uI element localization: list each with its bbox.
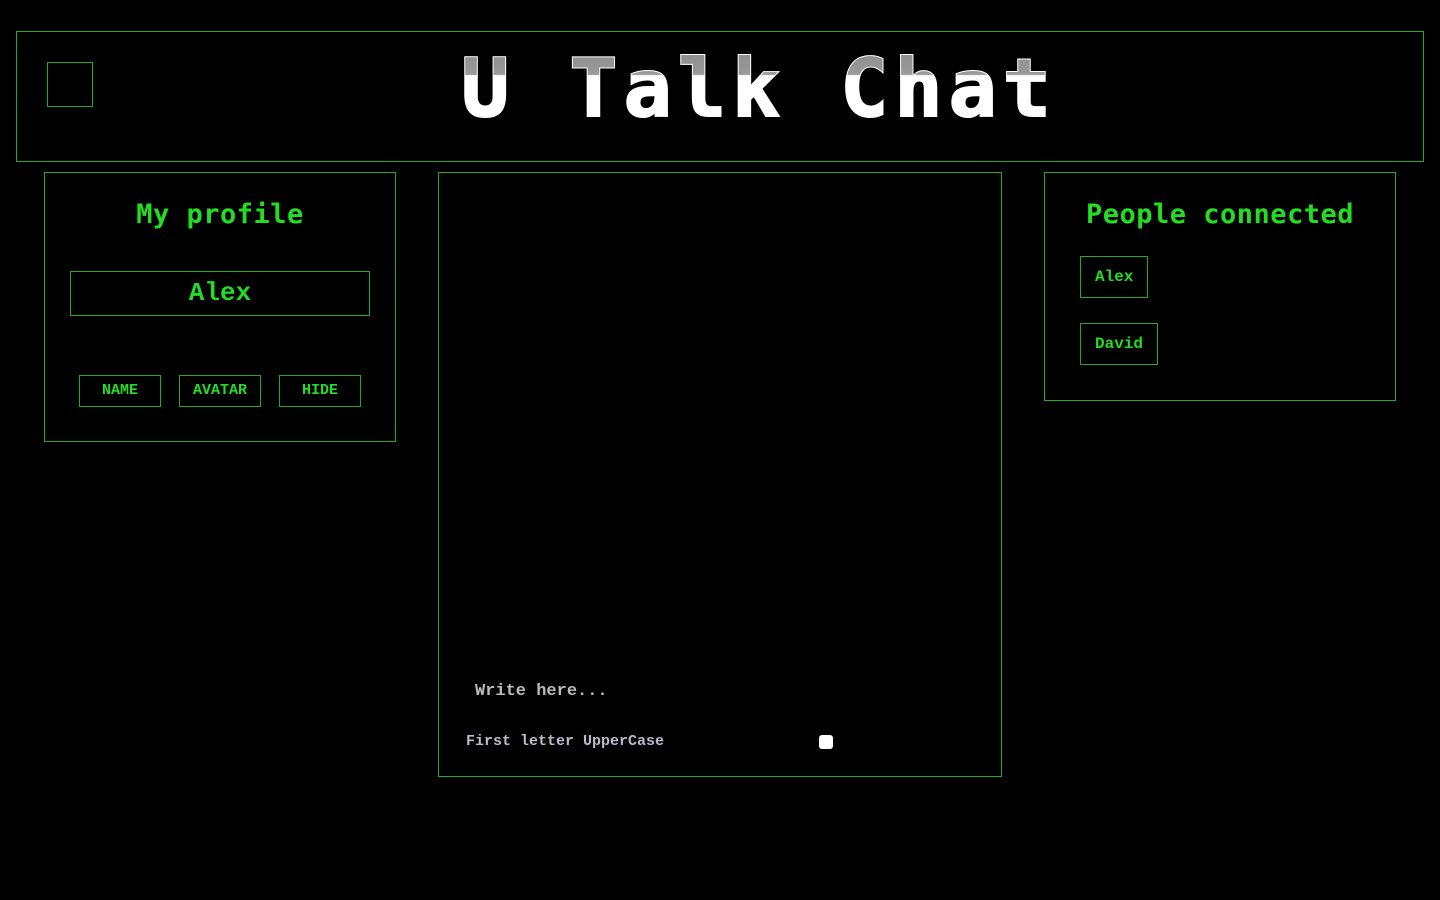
menu-toggle-button[interactable] xyxy=(47,62,93,107)
chat-panel: First letter UpperCase xyxy=(438,172,1002,777)
message-input[interactable] xyxy=(469,673,969,709)
app-logo: U Talk Chat xyxy=(439,54,1079,126)
user-item[interactable]: Alex xyxy=(1080,256,1149,298)
hide-button[interactable]: HIDE xyxy=(279,375,361,407)
message-list[interactable] xyxy=(459,193,981,663)
uppercase-checkbox[interactable] xyxy=(819,735,833,749)
logo-wordmark: U Talk Chat xyxy=(460,54,1057,126)
user-item[interactable]: David xyxy=(1080,323,1159,365)
profile-panel: My profile Alex NAME AVATAR HIDE xyxy=(44,172,396,442)
app-header: U Talk Chat xyxy=(16,31,1424,162)
avatar-button[interactable]: AVATAR xyxy=(179,375,261,407)
people-title: People connected xyxy=(1085,199,1355,230)
uppercase-label: First letter UpperCase xyxy=(466,733,665,750)
profile-name: Alex xyxy=(70,271,370,316)
profile-title: My profile xyxy=(136,199,304,230)
people-panel: People connected Alex David xyxy=(1044,172,1396,401)
logo-text: U Talk Chat xyxy=(461,54,1057,126)
name-button[interactable]: NAME xyxy=(79,375,161,407)
